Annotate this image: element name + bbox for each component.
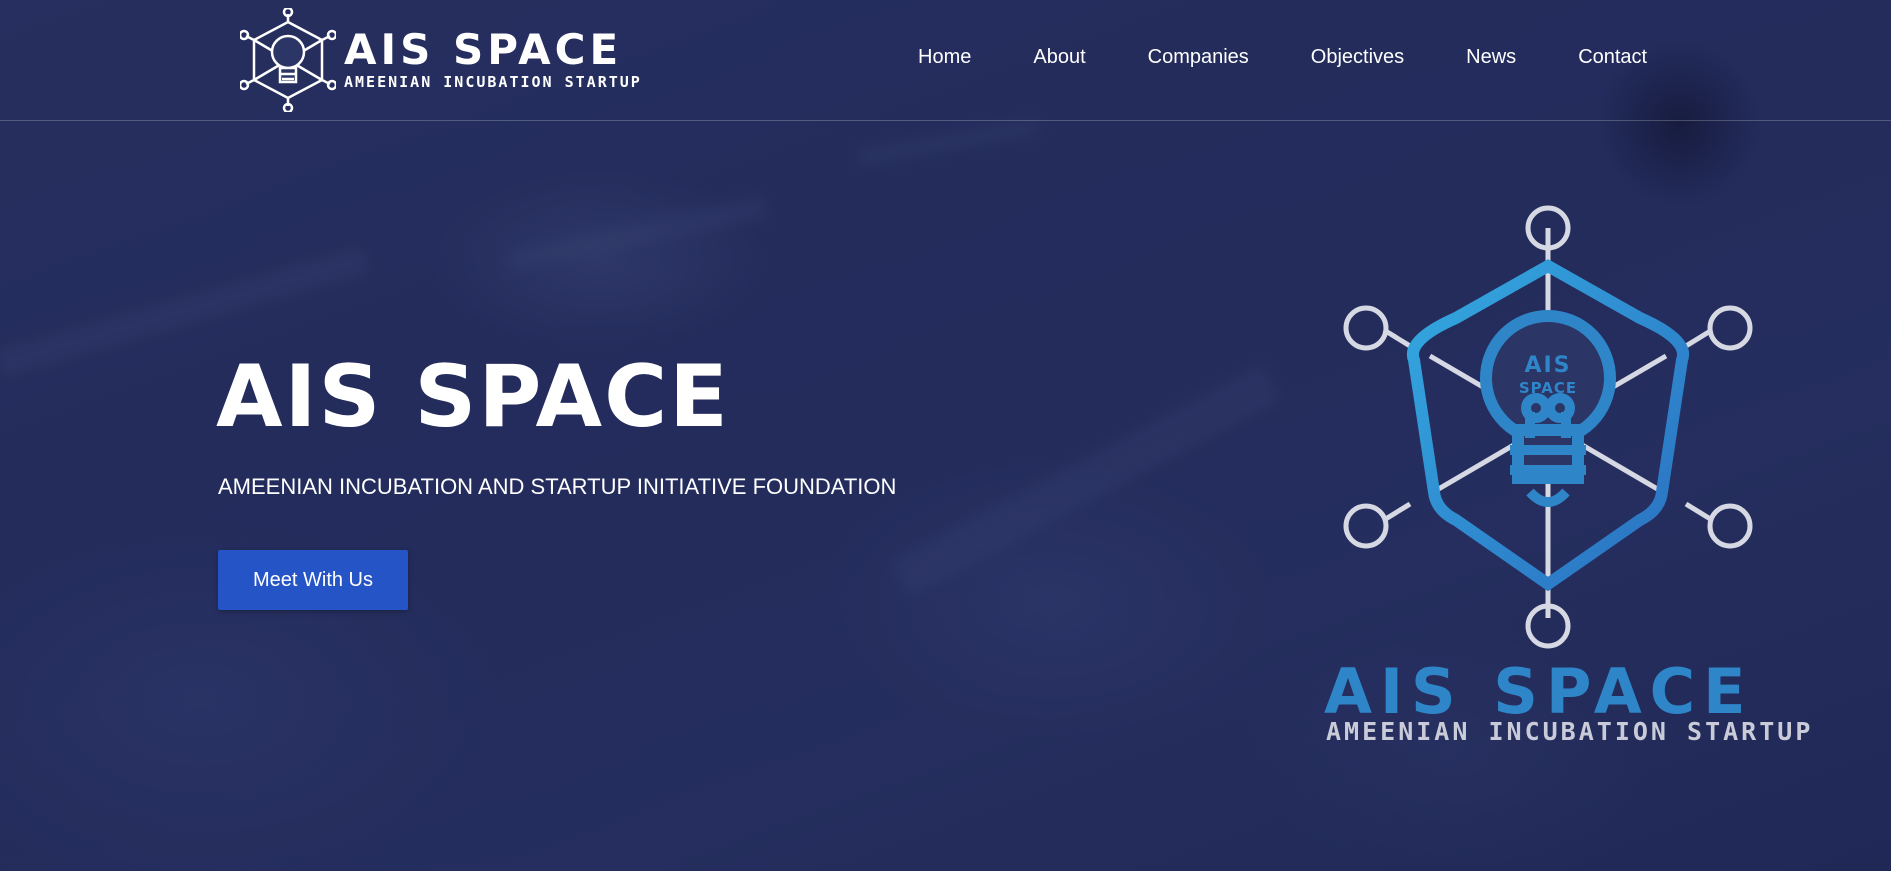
nav-about[interactable]: About xyxy=(1033,46,1085,69)
nav-objectives[interactable]: Objectives xyxy=(1311,46,1404,69)
lightbulb-network-icon xyxy=(240,8,336,112)
hero-logo-tagline: AMEENIAN INCUBATION STARTUP xyxy=(1326,717,1814,746)
brand-name: AIS SPACE xyxy=(344,25,623,74)
meet-with-us-button[interactable]: Meet With Us xyxy=(218,550,408,610)
hero-title: AIS SPACE xyxy=(216,347,730,447)
page: AIS SPACE AMEENIAN INCUBATION STARTUP Ho… xyxy=(0,0,1891,871)
nav-companies[interactable]: Companies xyxy=(1148,46,1249,69)
hero-logo-name: AIS SPACE xyxy=(1324,655,1754,728)
nav-contact[interactable]: Contact xyxy=(1578,46,1647,69)
main-nav: Home About Companies Objectives News Con… xyxy=(918,46,1647,69)
nav-news[interactable]: News xyxy=(1466,46,1516,69)
brand-tagline: AMEENIAN INCUBATION STARTUP xyxy=(344,73,642,91)
site-header: AIS SPACE AMEENIAN INCUBATION STARTUP Ho… xyxy=(0,0,1891,121)
brand-logo[interactable]: AIS SPACE AMEENIAN INCUBATION STARTUP xyxy=(240,8,642,112)
hero-subtitle: AMEENIAN INCUBATION AND STARTUP INITIATI… xyxy=(218,474,897,499)
svg-text:SPACE: SPACE xyxy=(1519,379,1577,397)
svg-text:AIS: AIS xyxy=(1524,353,1571,378)
nav-home[interactable]: Home xyxy=(918,46,971,69)
